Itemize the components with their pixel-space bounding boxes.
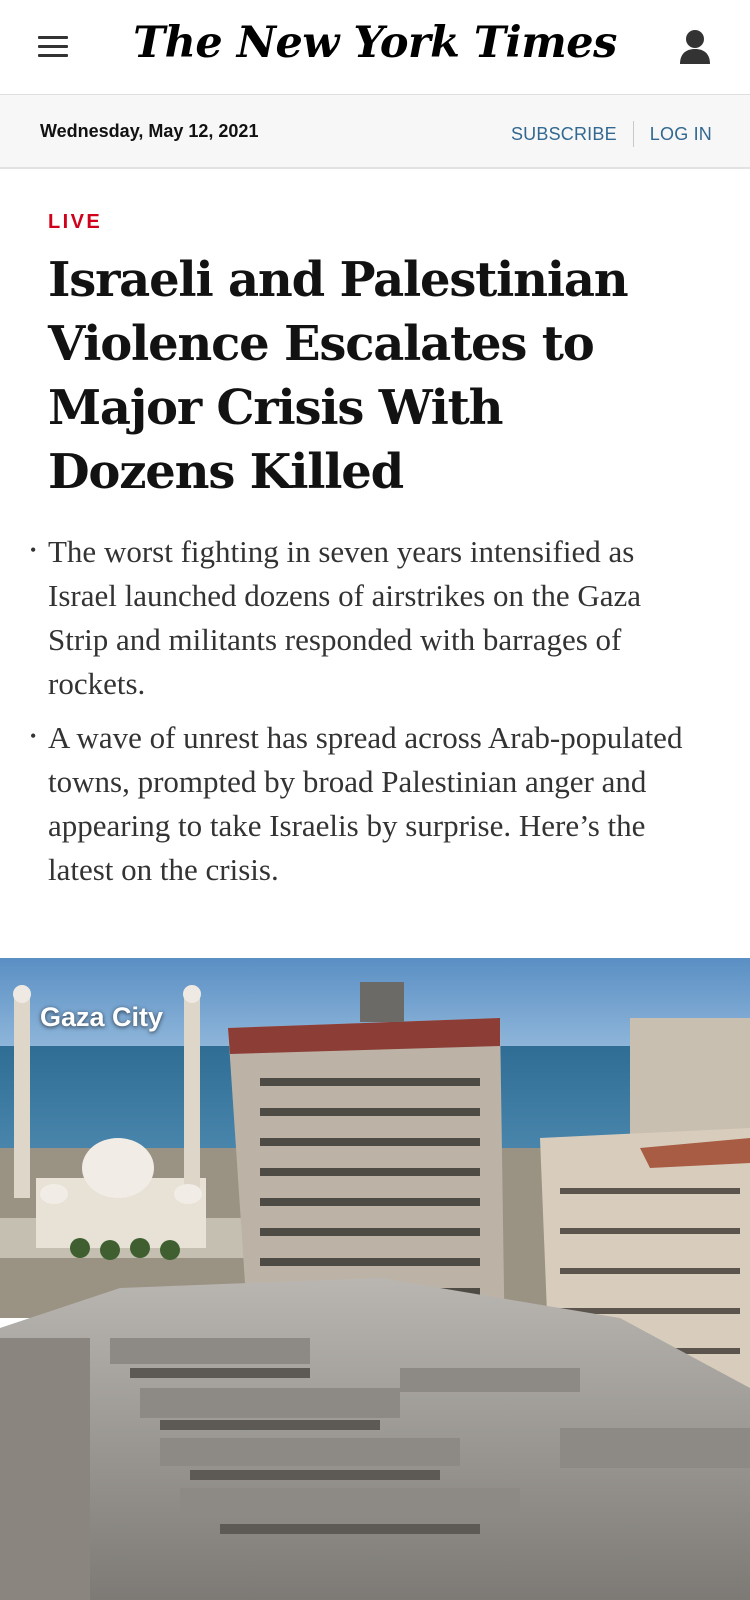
bullet-icon: • — [30, 726, 37, 746]
account-links: SUBSCRIBE LOG IN — [511, 121, 712, 147]
user-icon[interactable] — [678, 28, 712, 66]
summary-text: The worst fighting in seven years intens… — [48, 534, 642, 701]
date-bar: Wednesday, May 12, 2021 SUBSCRIBE LOG IN — [0, 95, 750, 169]
gaza-city-photo — [0, 958, 750, 1600]
link-divider — [632, 121, 634, 147]
masthead: The New York Times — [0, 0, 750, 95]
lead-photo[interactable]: Gaza City — [0, 958, 750, 1600]
photo-location-label: Gaza City — [40, 1002, 164, 1032]
headline[interactable]: Israeli and Palestinian Violence Escalat… — [48, 248, 702, 504]
article: LIVE Israeli and Palestinian Violence Es… — [0, 211, 750, 892]
summary-text: A wave of unrest has spread across Arab-… — [48, 720, 683, 887]
summary-item: • The worst fighting in seven years inte… — [30, 530, 702, 706]
summary-list: • The worst fighting in seven years inte… — [30, 530, 702, 892]
bullet-icon: • — [30, 540, 37, 560]
current-date: Wednesday, May 12, 2021 — [40, 121, 259, 141]
live-kicker: LIVE — [48, 211, 103, 233]
summary-item: • A wave of unrest has spread across Ara… — [30, 716, 702, 892]
subscribe-link[interactable]: SUBSCRIBE — [511, 124, 617, 145]
nyt-logo[interactable]: The New York Times — [0, 18, 750, 68]
login-link[interactable]: LOG IN — [650, 124, 712, 145]
